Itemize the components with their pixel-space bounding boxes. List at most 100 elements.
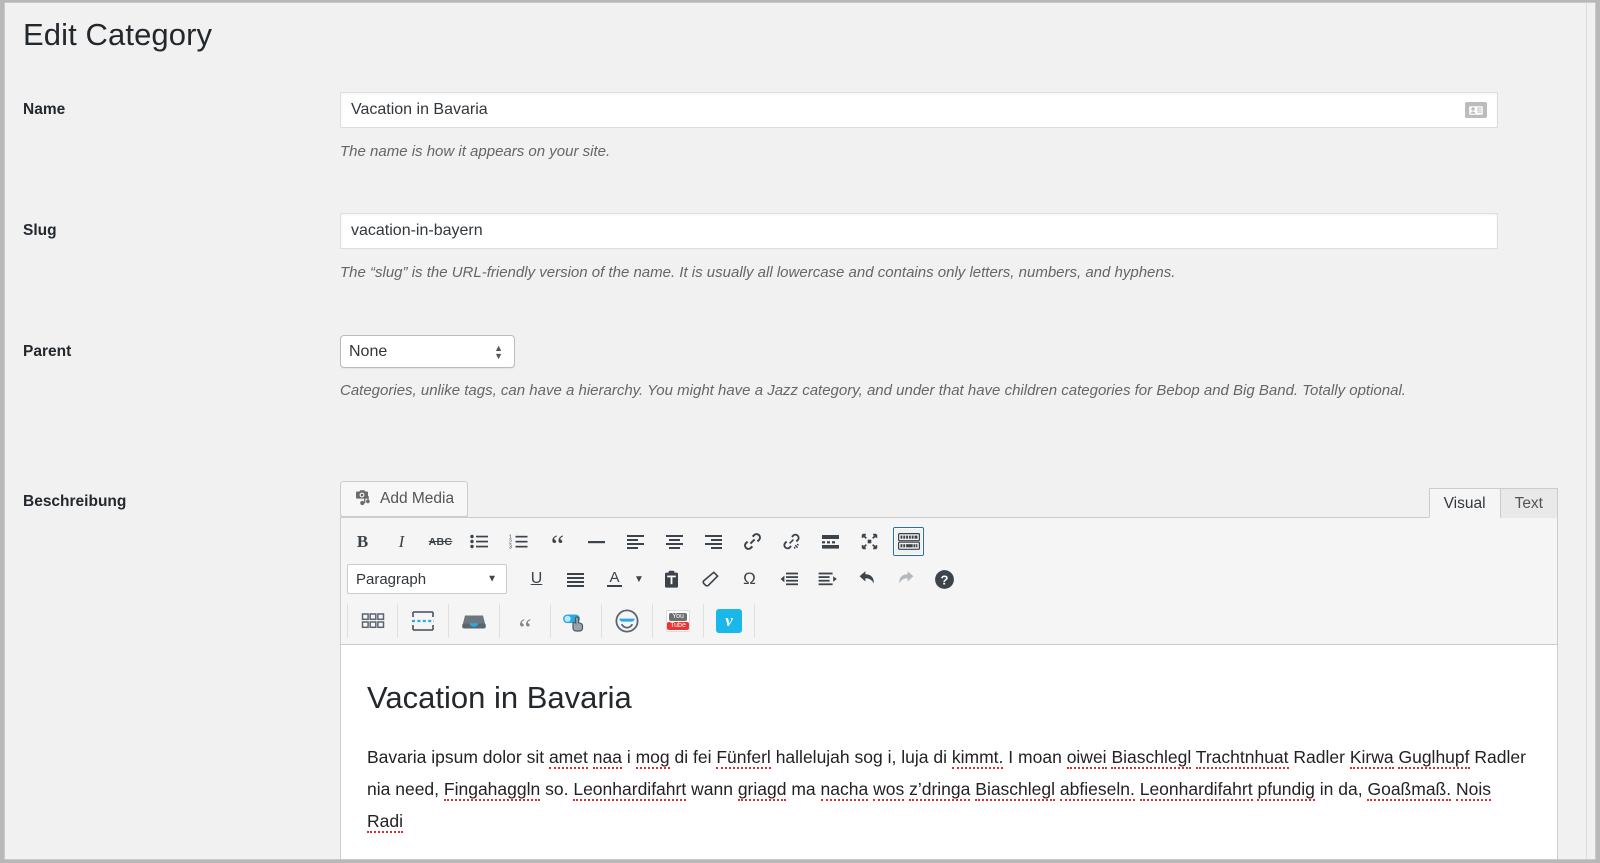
grid-layout-icon[interactable] [347, 604, 398, 638]
format-select[interactable]: Paragraph [347, 564, 507, 594]
editor-content-paragraph: Bavaria ipsum dolor sit amet naa i mog d… [367, 742, 1531, 838]
omega-glyph: Ω [743, 569, 756, 588]
editor-content-heading: Vacation in Bavaria [367, 680, 632, 715]
text-color-dropdown-icon[interactable]: ▼ [630, 565, 648, 594]
name-label: Name [23, 101, 66, 118]
parent-field-col: None ▲ ▼ Categories, unlike tags, can hav… [340, 335, 1406, 402]
spellcheck-word: Leonhardifahrt [573, 779, 687, 802]
blockquote-icon[interactable]: “ [542, 527, 573, 561]
slug-input-value: vacation-in-bayern [351, 222, 483, 239]
vimeo-icon[interactable]: v [704, 604, 755, 638]
horizontal-rule-icon[interactable] [581, 527, 612, 556]
editor-toolbar-row-2: Paragraph ▼ U A ▼ Ω ? [341, 560, 1557, 600]
youtube-top-text: You [669, 612, 687, 621]
read-more-icon[interactable] [815, 527, 846, 556]
pull-quote-icon[interactable]: “ [500, 604, 551, 644]
parent-select-wrap: None ▲ ▼ [340, 335, 515, 368]
vertical-scrollbar[interactable] [1586, 3, 1595, 859]
redo-icon[interactable] [890, 565, 921, 594]
inbox-tray-icon[interactable] [449, 604, 500, 638]
text-color-glyph: A [609, 569, 620, 586]
spellcheck-word: Guglhupf [1398, 747, 1470, 770]
contact-card-autofill-icon[interactable] [1465, 102, 1487, 118]
special-character-icon[interactable]: Ω [734, 565, 765, 594]
editor-toolbar-panel: B I ABC 1 2 3 “ Paragraph ▼ U A ▼ Ω ? “ … [340, 517, 1558, 645]
align-right-icon[interactable] [698, 527, 729, 556]
editor-toolbar-row-3: “ You Tube v [341, 600, 1557, 644]
align-left-icon[interactable] [620, 527, 651, 556]
fullscreen-icon[interactable] [854, 527, 885, 556]
spellcheck-word: Kirwa [1349, 747, 1394, 770]
spellcheck-word: Goaßmaß. [1367, 779, 1452, 802]
tab-visual[interactable]: Visual [1428, 488, 1501, 518]
spellcheck-word: z’dringa [909, 779, 971, 802]
toolbar-toggle-icon[interactable] [893, 527, 924, 556]
youtube-icon[interactable]: You Tube [653, 604, 704, 638]
numbered-list-icon[interactable]: 1 2 3 [503, 527, 534, 556]
justify-icon[interactable] [560, 565, 591, 594]
editor-media-bar: Add Media Visual Text [340, 481, 1558, 518]
spellcheck-word: kimmt. [951, 747, 1004, 770]
slug-help-text: The “slug” is the URL-friendly version o… [340, 264, 1176, 281]
editor-mode-tabs: Visual Text [1428, 488, 1558, 518]
editor-content-area[interactable]: Vacation in Bavaria Bavaria ipsum dolor … [340, 645, 1558, 859]
spellcheck-word: Fingahaggln [443, 779, 541, 802]
editor-toolbar-row-1: B I ABC 1 2 3 “ [341, 518, 1557, 561]
spellcheck-word: naa [592, 747, 622, 770]
indent-icon[interactable] [812, 565, 843, 594]
italic-icon[interactable]: I [386, 527, 417, 556]
format-select-wrap: Paragraph ▼ [347, 564, 513, 594]
underline-glyph: U [530, 570, 543, 587]
spellcheck-word: Trachtnhuat [1195, 747, 1289, 770]
bulleted-list-icon[interactable] [464, 527, 495, 556]
name-field-col: Vacation in Bavaria The name is how it a… [340, 92, 1498, 163]
svg-text:?: ? [941, 572, 949, 587]
keyboard-shortcuts-help-icon[interactable]: ? [929, 565, 960, 594]
svg-text:3: 3 [509, 544, 512, 549]
underline-icon[interactable]: U [521, 565, 552, 594]
vimeo-badge: v [716, 609, 742, 633]
spellcheck-word: mog [635, 747, 670, 770]
spellcheck-word: Radi [367, 810, 403, 833]
paste-as-text-icon[interactable] [656, 565, 687, 594]
slug-input[interactable]: vacation-in-bayern [340, 213, 1498, 249]
name-input[interactable]: Vacation in Bavaria [340, 92, 1498, 128]
spellcheck-word: Nois [1455, 779, 1491, 802]
spellcheck-word: griagd [737, 779, 787, 802]
strikethrough-glyph: ABC [428, 535, 453, 548]
slug-label: Slug [23, 222, 57, 239]
tab-text[interactable]: Text [1499, 488, 1558, 518]
remove-link-icon[interactable] [776, 527, 807, 556]
italic-glyph: I [398, 531, 405, 551]
spellcheck-word: amet [548, 747, 588, 770]
bold-icon[interactable]: B [347, 527, 378, 556]
text-color-swatch [607, 585, 622, 587]
spellcheck-word: Leonhardifahrt [1139, 779, 1253, 802]
description-label: Beschreibung [23, 493, 127, 510]
paragraph-line: Bavaria ipsum dolor sit amet naa i mog d… [367, 747, 1107, 770]
youtube-badge: You Tube [666, 610, 690, 632]
strikethrough-icon[interactable]: ABC [425, 527, 456, 556]
parent-select[interactable]: None [340, 335, 515, 368]
outdent-icon[interactable] [773, 565, 804, 594]
clear-formatting-icon[interactable] [695, 565, 726, 594]
add-media-button[interactable]: Add Media [340, 481, 469, 517]
spellcheck-word: nacha [820, 779, 869, 802]
parent-label: Parent [23, 343, 72, 360]
spellcheck-word: Biaschlegl [1111, 747, 1192, 770]
spellcheck-word: oiwei [1066, 747, 1107, 770]
name-input-value: Vacation in Bavaria [351, 101, 488, 118]
insert-link-icon[interactable] [737, 527, 768, 556]
text-color-icon[interactable]: A [599, 565, 630, 594]
smiley-face-icon[interactable] [602, 604, 653, 638]
undo-icon[interactable] [851, 565, 882, 594]
toggle-switch-click-icon[interactable] [551, 604, 602, 638]
media-camera-music-icon [354, 487, 373, 511]
add-media-label: Add Media [380, 490, 455, 507]
spellcheck-word: wos [873, 779, 905, 802]
parent-help-text: Categories, unlike tags, can have a hier… [340, 382, 1406, 399]
bold-glyph: B [356, 531, 369, 551]
align-center-icon[interactable] [659, 527, 690, 556]
youtube-bottom-text: Tube [667, 621, 689, 630]
table-row-divider-icon[interactable] [398, 604, 449, 638]
